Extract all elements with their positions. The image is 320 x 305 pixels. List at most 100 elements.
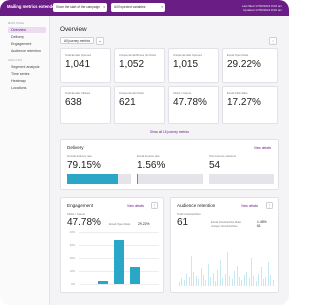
retention-bar [248,278,250,286]
retention-bar [231,279,233,286]
retention-bar [217,270,219,286]
sidebar-item-engagement[interactable]: Engagement [8,41,46,47]
retention-bar [255,281,257,286]
y-axis-tick-label: 30% [69,243,75,247]
last-filled-text: Last filled 17/06/2021 8:00 am [241,3,282,8]
bounce-rate-bar-fill [137,174,139,184]
retention-bar [258,274,259,286]
metric-label: Unique Emails Opened [173,53,202,57]
retention-bar [198,279,199,286]
bounce-rate-value: 1.56% [137,160,166,171]
retention-bar [179,282,180,286]
retention-bar [188,277,190,286]
retention-bar [229,276,231,286]
audience-select-value: All Expected variables [114,5,146,9]
retention-bar [253,276,255,286]
y-axis-tick-label: 20% [69,256,75,260]
retention-bar [241,280,243,286]
engagement-panel: Engagement View details ⋮ Clicks / Opens… [60,197,164,293]
sidebar-item-segment-analysis[interactable]: Segment analysis [8,64,46,70]
sidebar-item-overview[interactable]: Overview [8,27,46,33]
retention-bar [203,275,204,286]
retention-title: Audience retention [177,203,216,208]
chevron-down-icon: ▾ [103,5,105,9]
engagement-title: Engagement [67,203,94,208]
delivery-rate-bar [67,174,131,184]
bounce-rate-label: Email bounce rate [137,154,160,158]
y-axis-tick-label: 0% [71,282,75,286]
sidebar-item-delivery[interactable]: Delivery [8,34,46,40]
metric-label: Clicks / Opens [173,91,192,95]
retention-bar [236,266,238,286]
metric-card[interactable]: Unique Email Boxes (& Clicks 1,052 [114,48,165,83]
engagement-options-button[interactable]: ⋮ [151,201,158,209]
top-bar: Mailing metrics extended Since the start… [0,0,289,16]
y-axis-tick-label: 10% [69,269,75,273]
retention-bar [207,264,209,286]
engagement-metric-label: Clicks / Opens [67,212,86,216]
sidebar-item-time-series[interactable]: Time series [8,71,46,77]
retention-panel: Audience retention View details ⋮ Total … [170,197,279,293]
metric-value: 29.22% [227,59,261,70]
sidebar-item-heatmap[interactable]: Heatmap [8,78,46,84]
retention-bar [251,258,252,286]
metric-label: Unique Email Boxes (& Clicks [119,53,156,57]
metric-card[interactable]: Unique Emails Opened 1,015 [168,48,219,83]
retention-bar [227,252,228,286]
metric-label: Total Emails Opened [65,53,91,57]
delivery-rate-value: 79.15% [67,160,101,171]
chart-bar [130,267,140,284]
delivery-panel: Delivery View details Overall delivery r… [60,139,279,190]
sidebar: MAIN PAGE Overview Delivery Engagement A… [0,16,50,305]
retention-bar [272,280,274,286]
unique-unsubscribes-label: Unique Unsubscribes [211,224,238,228]
audience-select[interactable]: All Expected variables ▾ [111,3,165,12]
y-axis-tick-label: 40% [69,230,75,234]
retention-bar [215,281,216,286]
metric-card[interactable]: Total Emails Opened 1,041 [60,48,111,83]
sidebar-group-main: MAIN PAGE [8,22,25,25]
more-icon: ⋮ [152,203,157,208]
retention-bar [234,271,235,286]
delivery-title: Delivery [67,145,84,150]
retention-bar [224,274,226,286]
engagement-view-details-link[interactable]: View details [127,204,144,208]
retention-bar [212,273,214,286]
retention-bar [270,275,271,286]
sidebar-item-audience-retention[interactable]: Audience retention [8,48,46,54]
sidebar-group-analysis: ANALYSIS [8,59,23,62]
retention-bar [267,262,269,286]
retention-bar [219,260,221,286]
metric-card[interactable]: Email Click Rate 17.27% [222,86,278,124]
delivery-view-details-link[interactable]: View details [254,146,271,150]
metric-card[interactable]: Clicks / Opens 47.78% [168,86,219,124]
retention-bar [181,278,183,286]
metric-card[interactable]: Unique Email Clicks 621 [114,86,165,124]
chevron-down-icon: ▾ [161,5,163,9]
delivery-rate-label: Overall delivery rate [67,154,92,158]
page-title: Overview [60,26,87,33]
retention-bar [246,272,247,286]
retention-bar [195,276,197,286]
metric-card[interactable]: Email Open Rate 29.22% [222,48,278,83]
sms-bounce-value: 54 [209,160,221,171]
campaign-select[interactable]: Since the start of the campaign ▾ [53,3,107,12]
metrics-filter-select[interactable]: All journey metrics [60,37,94,44]
retention-view-details-link[interactable]: View details [241,204,258,208]
sidebar-item-locations[interactable]: Locations [8,85,46,91]
engagement-secondary-label: Email Open Rate [109,222,131,226]
sms-bounce-label: Sms bounce rate/sms [209,154,237,158]
more-icon: ⋮ [271,38,275,44]
metric-value: 1,052 [119,59,145,70]
metric-value: 1,041 [65,59,91,70]
metric-card[interactable]: Total Emails Clicked 638 [60,86,111,124]
add-metric-button[interactable]: + [96,36,104,45]
retention-bar [186,274,187,286]
retention-options-button[interactable]: ⋮ [266,201,273,209]
metric-label: Email Click Rate [227,91,248,95]
engagement-secondary-value: 29.22% [138,221,150,226]
retention-bar [193,272,195,286]
show-all-metrics-link[interactable]: Show all 16 journey metrics [50,130,289,134]
delivery-rate-bar-fill [67,174,118,184]
more-options-button[interactable]: ⋮ [269,36,277,45]
